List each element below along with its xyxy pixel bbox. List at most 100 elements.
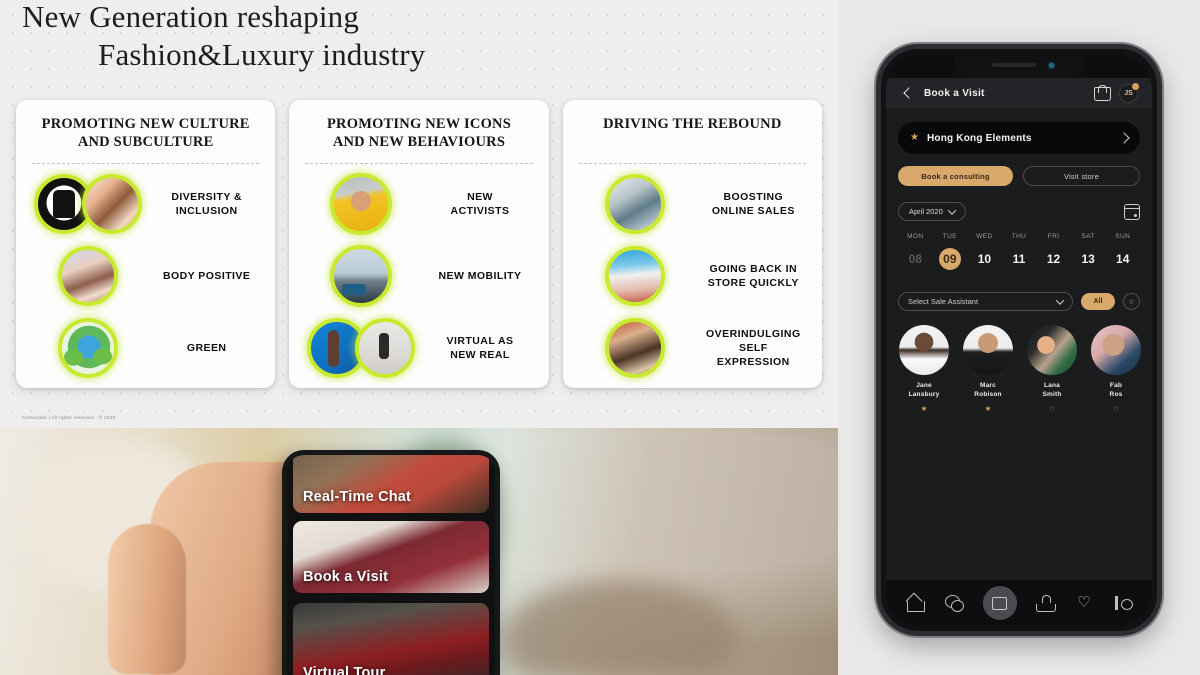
weekday-label: WED <box>976 233 993 240</box>
calendar-weekdays: MON TUE WED THU FRI SAT SUN 08 09 10 11 … <box>898 233 1140 270</box>
tab-visit-store[interactable]: Visit store <box>1023 166 1140 186</box>
green-planet-icon <box>58 318 118 378</box>
star-filled-icon[interactable]: ★ <box>898 405 950 413</box>
body-positive-icon <box>58 246 118 306</box>
list-item[interactable]: Jane Lansbury ★ <box>898 325 950 412</box>
chevron-down-icon <box>1055 295 1065 305</box>
list-item[interactable]: Lana Smith ☆ <box>1026 325 1078 412</box>
assistant-name-line1: Lana <box>1044 382 1060 389</box>
weekday-label: FRI <box>1047 233 1060 240</box>
calendar-day-selected[interactable]: 09 <box>938 248 961 270</box>
weekday-label: SAT <box>1081 233 1095 240</box>
card-title-line2: AND NEW BEHAVIOURS <box>332 133 506 150</box>
young-activist-icon <box>330 173 393 235</box>
row-thumbnails <box>30 246 146 306</box>
card-title: PROMOTING NEW ICONS AND NEW BEHAVIOURS <box>303 116 534 154</box>
row-thumbnails <box>303 173 419 235</box>
assistant-name: Fab Ros <box>1090 382 1142 400</box>
row-label: BODY POSITIVE <box>162 269 251 282</box>
tab-book-a-consulting[interactable]: Book a consulting <box>898 166 1013 186</box>
city-mobility-icon <box>330 245 393 307</box>
slide-title-line1: New Generation reshaping <box>22 0 360 34</box>
card-rows: NEW ACTIVISTS NEW MOBILITY VIRTUAL AS NE… <box>303 164 534 386</box>
row-thumbnails <box>30 318 146 378</box>
list-item: GREEN <box>30 312 261 384</box>
row-thumbnails <box>303 318 419 378</box>
list-item[interactable]: Marc Robison ★ <box>962 325 1014 412</box>
avatar <box>1091 325 1141 375</box>
row-label: OVERINDULGING SELF EXPRESSION <box>703 327 808 370</box>
row-label: GOING BACK IN STORE QUICKLY <box>703 262 808 290</box>
row-label: VIRTUAL AS NEW REAL <box>429 334 534 362</box>
avatar <box>963 325 1013 375</box>
list-item: OVERINDULGING SELF EXPRESSION <box>577 312 808 384</box>
calendar-day[interactable]: 13 <box>1071 248 1106 270</box>
store-location-selector[interactable]: ★ Hong Kong Elements <box>898 122 1140 154</box>
assistant-name-line1: Fab <box>1109 382 1123 389</box>
avatar-initials: JS <box>1124 89 1133 97</box>
card-rows: BOOSTING ONLINE SALES GOING BACK IN STOR… <box>577 164 808 386</box>
photo-card-real-time-chat: Real-Time Chat <box>293 455 489 513</box>
assistant-name: Marc Robison <box>962 382 1014 400</box>
screenshot-stage: New Generation reshaping Fashion&Luxury … <box>0 0 1200 675</box>
self-expression-icon <box>604 318 665 378</box>
row-label: BOOSTING ONLINE SALES <box>703 190 808 218</box>
shopping-bag-icon[interactable] <box>1094 85 1111 101</box>
calendar-day[interactable]: 08 <box>898 248 933 270</box>
card-promoting-new-icons: PROMOTING NEW ICONS AND NEW BEHAVIOURS N… <box>289 100 549 388</box>
app-content: ★ Hong Kong Elements Book a consulting V… <box>886 108 1152 580</box>
select-sale-assistant-label: Select Sale Assistant <box>908 297 979 306</box>
page-title: New Generation reshaping Fashion&Luxury … <box>0 0 560 74</box>
app-header-title: Book a Visit <box>924 87 985 99</box>
row-label-line1: BOOSTING <box>723 190 784 203</box>
card-group: PROMOTING NEW CULTURE AND SUBCULTURE DIV… <box>16 100 822 388</box>
star-outline-icon[interactable]: ☆ <box>1090 405 1142 413</box>
row-label: NEW MOBILITY <box>438 269 522 282</box>
shopping-box-icon[interactable] <box>982 586 1017 620</box>
row-label: GREEN <box>186 341 227 354</box>
row-label-line1: OVERINDULGING <box>706 327 801 340</box>
weekday-label: TUE <box>942 233 957 240</box>
calendar-day[interactable]: 12 <box>1036 248 1071 270</box>
row-label-line2: ONLINE SALES <box>711 205 795 217</box>
row-thumbnails <box>577 174 693 234</box>
star-outline-icon[interactable]: ☆ <box>1026 405 1078 413</box>
avatar <box>1027 325 1077 375</box>
chevron-right-icon <box>1118 132 1130 144</box>
calendar-icon[interactable] <box>1124 203 1140 220</box>
avatar[interactable]: JS <box>1119 82 1139 103</box>
row-label-line2: STORE QUICKLY <box>707 277 799 289</box>
photo-card-caption: Virtual Tour <box>303 665 386 675</box>
scan-profile-icon[interactable] <box>1113 593 1133 613</box>
star-filled-icon[interactable]: ★ <box>962 405 1014 413</box>
weekday-label: SUN <box>1115 233 1131 240</box>
month-selector[interactable]: April 2020 <box>898 202 966 221</box>
row-label-line2: SELF EXPRESSION <box>716 341 790 369</box>
phone-notch <box>954 54 1084 78</box>
star-filled-icon: ★ <box>910 132 919 143</box>
row-label-line1: VIRTUAL AS <box>446 334 514 347</box>
calendar-day[interactable]: 14 <box>1105 248 1140 270</box>
list-item[interactable]: Fab Ros ☆ <box>1090 325 1142 412</box>
filter-all-button[interactable]: All <box>1081 293 1115 310</box>
speaker-grille-icon <box>992 63 1036 67</box>
home-icon[interactable] <box>905 593 926 613</box>
photo-card-caption: Book a Visit <box>303 569 389 585</box>
store-location-name: Hong Kong Elements <box>926 132 1032 144</box>
app-header: Book a Visit JS <box>886 78 1152 108</box>
bottom-navigation: ♡ <box>886 580 1152 626</box>
chevron-left-icon[interactable] <box>900 86 914 100</box>
right-panel: Book a Visit JS ★ Hong Kong Elements Boo… <box>838 0 1200 675</box>
list-item: NEW MOBILITY <box>303 240 534 312</box>
calendar-day[interactable]: 10 <box>967 248 1002 270</box>
chat-bubbles-icon[interactable] <box>944 593 964 613</box>
card-title-line2: AND SUBCULTURE <box>77 133 214 150</box>
calendar-day[interactable]: 11 <box>1002 248 1037 270</box>
star-outline-icon[interactable]: ☆ <box>1123 293 1140 310</box>
select-sale-assistant-dropdown[interactable]: Select Sale Assistant <box>898 292 1073 311</box>
row-label-line1: GOING BACK IN <box>709 262 798 275</box>
notification-badge <box>1132 82 1139 90</box>
clothes-hanger-icon[interactable] <box>1035 593 1057 613</box>
assistant-list: Jane Lansbury ★ Marc Robison ★ Lana Smit… <box>898 325 1142 412</box>
heart-icon[interactable]: ♡ <box>1074 593 1094 613</box>
